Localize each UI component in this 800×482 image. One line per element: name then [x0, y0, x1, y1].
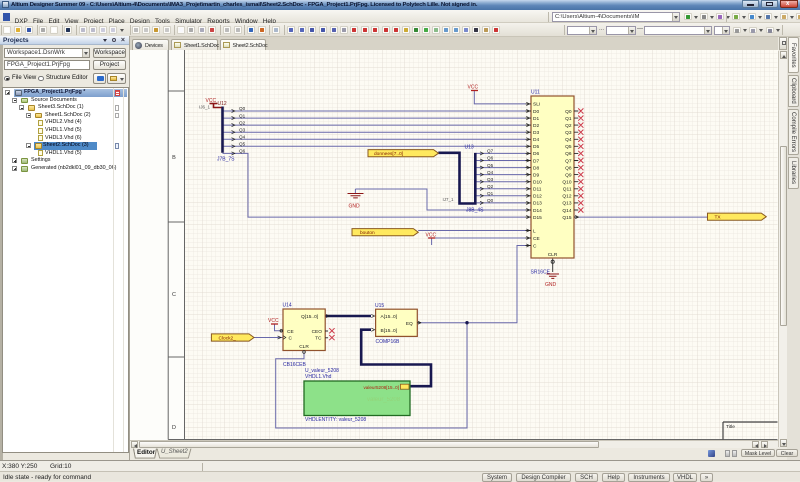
svg-text:CE: CE: [287, 329, 294, 335]
svg-text:Q4: Q4: [487, 170, 494, 175]
svg-text:Q11: Q11: [563, 187, 572, 193]
svg-text:CLR: CLR: [548, 252, 558, 258]
svg-text:Q1: Q1: [487, 191, 494, 196]
svg-text:D14: D14: [533, 208, 542, 214]
svg-text:Q7: Q7: [565, 158, 572, 164]
svg-text:CB16CEB: CB16CEB: [283, 362, 306, 368]
svg-text:VCC: VCC: [468, 84, 479, 90]
svg-text:TC: TC: [315, 336, 322, 342]
svg-text:D11: D11: [533, 187, 542, 193]
svg-text:Q0: Q0: [239, 106, 246, 111]
svg-text:Q5: Q5: [487, 163, 494, 168]
svg-text:Q6: Q6: [239, 149, 246, 154]
svg-text:Q8: Q8: [565, 165, 572, 171]
svg-text:Q0: Q0: [487, 198, 494, 203]
svg-text:CLR: CLR: [299, 344, 309, 350]
svg-text:D: D: [172, 425, 176, 431]
svg-text:Q15: Q15: [562, 215, 571, 221]
svg-text:J7B_7S: J7B_7S: [217, 156, 235, 162]
svg-text:D4: D4: [533, 137, 539, 143]
svg-text:Q14: Q14: [562, 208, 571, 214]
svg-text:Title: Title: [726, 424, 735, 430]
svg-text:COMP16B: COMP16B: [376, 339, 401, 345]
svg-text:Q2: Q2: [487, 184, 494, 189]
svg-text:EQ: EQ: [406, 321, 413, 327]
svg-text:GND: GND: [349, 204, 361, 210]
svg-text:U12: U12: [218, 101, 227, 107]
svg-text:Q5: Q5: [239, 142, 246, 147]
svg-text:Q10: Q10: [562, 180, 571, 186]
svg-text:Q4: Q4: [239, 135, 246, 140]
svg-text:C: C: [533, 243, 537, 249]
svg-text:GND: GND: [545, 282, 557, 288]
svg-text:bouton: bouton: [360, 230, 375, 236]
svg-text:SLI: SLI: [533, 102, 540, 108]
svg-text:Q4: Q4: [565, 137, 572, 143]
svg-text:Q7: Q7: [487, 149, 494, 154]
svg-text:Q6: Q6: [565, 151, 572, 157]
svg-text:donnees[7..0]: donnees[7..0]: [374, 151, 403, 157]
svg-text:IJ7_1: IJ7_1: [443, 197, 455, 202]
svg-text:D10: D10: [533, 180, 542, 186]
svg-text:J8B_4S: J8B_4S: [466, 208, 484, 214]
svg-text:Q0: Q0: [565, 109, 572, 115]
svg-text:CE: CE: [533, 236, 540, 242]
svg-text:Q1: Q1: [239, 113, 246, 118]
svg-text:D13: D13: [533, 201, 542, 207]
svg-text:D12: D12: [533, 194, 542, 200]
svg-text:Q13: Q13: [562, 201, 571, 207]
svg-text:U13: U13: [465, 144, 474, 150]
svg-text:B[15..0]: B[15..0]: [381, 328, 398, 334]
svg-text:Q3: Q3: [487, 177, 494, 182]
svg-text:VHDLENTITY: valeur_5208: VHDLENTITY: valeur_5208: [305, 417, 366, 423]
svg-text:D1: D1: [533, 116, 539, 122]
svg-text:D2: D2: [533, 123, 539, 129]
svg-text:A[15..0]: A[15..0]: [381, 314, 398, 320]
svg-text:CEO: CEO: [312, 329, 323, 335]
svg-text:IJ6_1: IJ6_1: [199, 105, 211, 110]
svg-text:Q1: Q1: [565, 116, 572, 122]
svg-text:D3: D3: [533, 130, 539, 136]
svg-text:Clock2_: Clock2_: [219, 335, 237, 341]
svg-text:U14: U14: [283, 303, 292, 309]
svg-text:Q12: Q12: [562, 194, 571, 200]
svg-text:Q5: Q5: [565, 144, 572, 150]
svg-text:D5: D5: [533, 144, 539, 150]
svg-text:valeur_5208: valeur_5208: [367, 397, 401, 403]
svg-text:D15: D15: [533, 215, 542, 221]
svg-text:B: B: [172, 155, 176, 161]
svg-text:Q3: Q3: [565, 130, 572, 136]
svg-text:D9: D9: [533, 172, 539, 178]
svg-text:D8: D8: [533, 165, 539, 171]
svg-text:Q[15..0]: Q[15..0]: [301, 314, 318, 320]
svg-text:VCC: VCC: [268, 318, 279, 324]
svg-text:D6: D6: [533, 151, 539, 157]
svg-text:C: C: [172, 292, 176, 298]
svg-text:VHDL1.Vhd: VHDL1.Vhd: [305, 374, 332, 380]
svg-text:Q2: Q2: [565, 123, 572, 129]
svg-text:TX: TX: [715, 215, 722, 221]
svg-text:D0: D0: [533, 109, 539, 115]
svg-text:Q6: Q6: [487, 156, 494, 161]
svg-text:Q9: Q9: [565, 172, 572, 178]
svg-text:Q2: Q2: [239, 120, 246, 125]
svg-text:U15: U15: [375, 303, 384, 309]
svg-text:L: L: [533, 228, 536, 234]
svg-text:valeur5208[15..0]: valeur5208[15..0]: [363, 385, 399, 390]
svg-text:C: C: [289, 336, 293, 342]
svg-text:U11: U11: [531, 90, 540, 96]
svg-text:SR16CE: SR16CE: [531, 270, 551, 276]
svg-text:D7: D7: [533, 158, 539, 164]
svg-text:Q3: Q3: [239, 127, 246, 132]
